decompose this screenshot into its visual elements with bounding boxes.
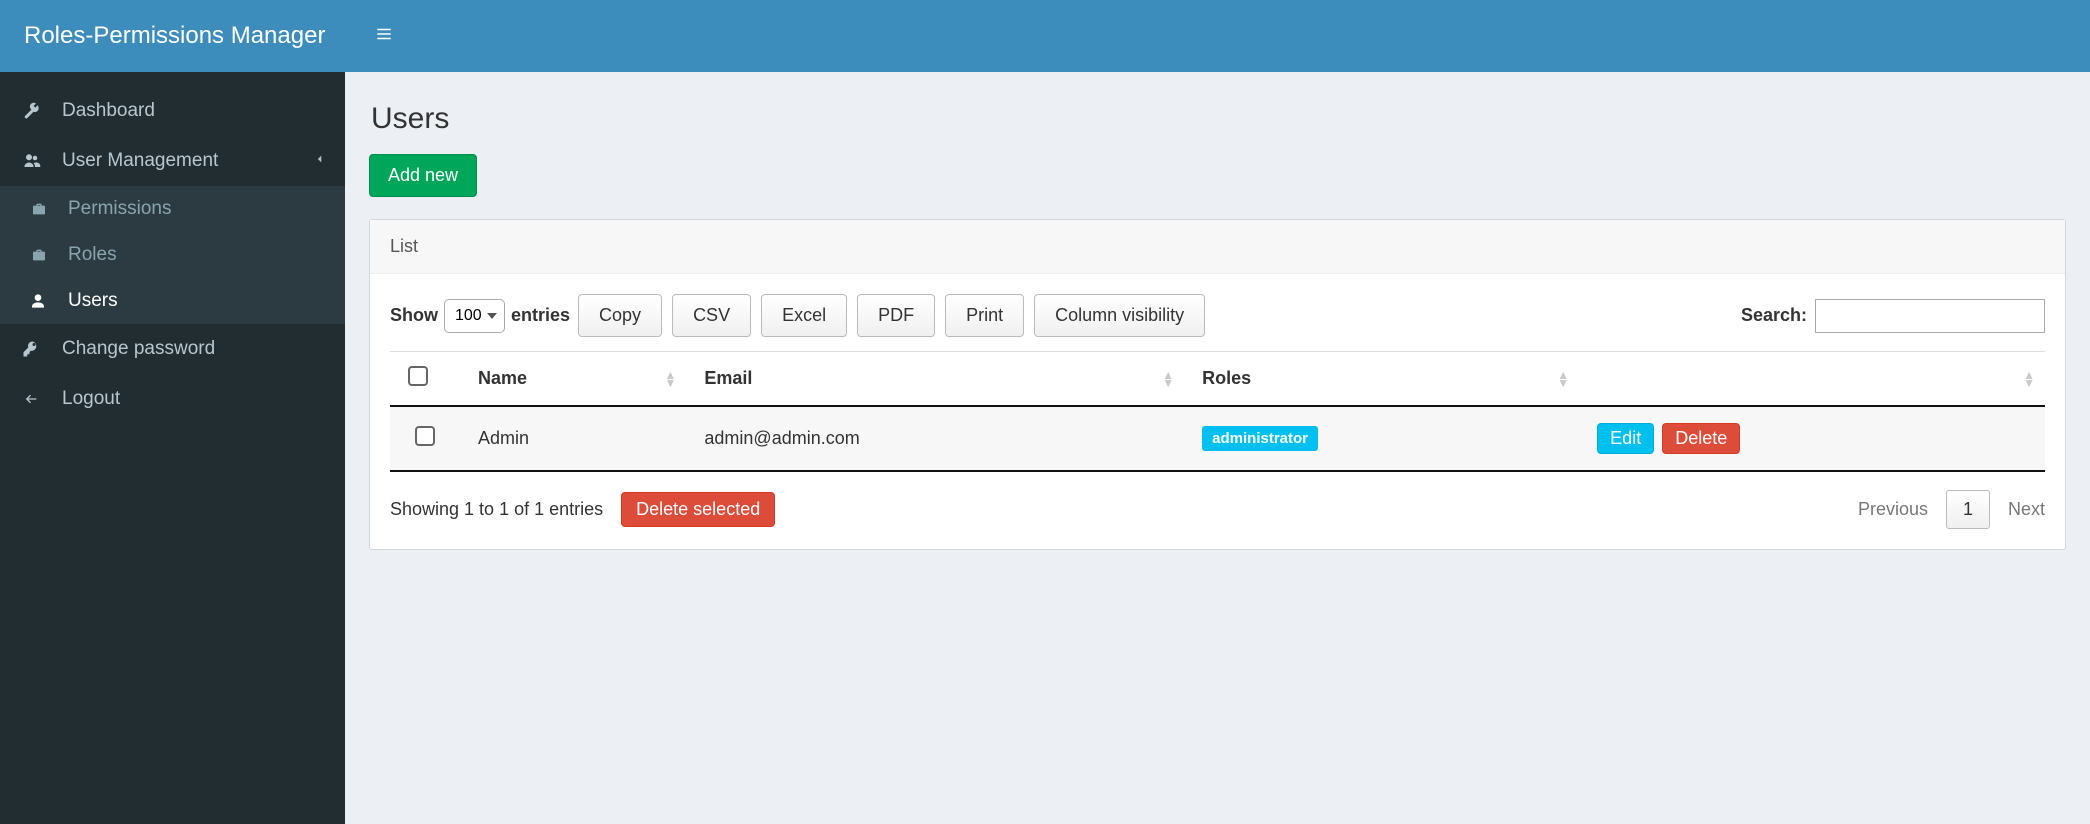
- column-select-all: [390, 352, 460, 407]
- sidebar-label: Users: [68, 290, 118, 312]
- chevron-left-icon: [315, 150, 325, 172]
- column-name[interactable]: Name ▲▼: [460, 352, 686, 407]
- cell-email: admin@admin.com: [686, 406, 1184, 471]
- arrow-left-icon: [22, 391, 52, 407]
- column-email-label: Email: [704, 368, 752, 388]
- pager-next[interactable]: Next: [2008, 499, 2045, 520]
- users-table: Name ▲▼ Email ▲▼ Roles ▲▼: [390, 351, 2045, 472]
- sort-icon: ▲▼: [665, 371, 677, 387]
- sidebar: Roles-Permissions Manager Dashboard User…: [0, 0, 345, 824]
- length-entries-label: entries: [511, 305, 570, 326]
- column-name-label: Name: [478, 368, 527, 388]
- length-select[interactable]: 100: [444, 299, 505, 333]
- sidebar-label: User Management: [62, 150, 218, 172]
- sort-icon: ▲▼: [1162, 371, 1174, 387]
- search-label: Search:: [1741, 305, 1807, 326]
- page-title: Users: [371, 102, 2066, 136]
- pager-prev[interactable]: Previous: [1858, 499, 1928, 520]
- cell-name: Admin: [460, 406, 686, 471]
- sidebar-label: Change password: [62, 338, 215, 360]
- cell-roles: administrator: [1184, 406, 1579, 471]
- csv-button[interactable]: CSV: [672, 294, 751, 337]
- pdf-button[interactable]: PDF: [857, 294, 935, 337]
- copy-button[interactable]: Copy: [578, 294, 662, 337]
- briefcase-icon: [30, 201, 56, 217]
- length-show-label: Show: [390, 305, 438, 326]
- table-row: Admin admin@admin.com administrator Edit…: [390, 406, 2045, 471]
- column-visibility-button[interactable]: Column visibility: [1034, 294, 1205, 337]
- sidebar-item-roles[interactable]: Roles: [0, 232, 345, 278]
- key-icon: [22, 340, 52, 358]
- brand-title[interactable]: Roles-Permissions Manager: [0, 0, 345, 72]
- users-icon: [22, 152, 52, 170]
- entries-info: Showing 1 to 1 of 1 entries: [390, 499, 603, 520]
- role-badge: administrator: [1202, 426, 1318, 451]
- column-email[interactable]: Email ▲▼: [686, 352, 1184, 407]
- sort-icon: ▲▼: [2023, 371, 2035, 387]
- sidebar-item-logout[interactable]: Logout: [0, 374, 345, 424]
- hamburger-icon[interactable]: [365, 17, 403, 56]
- sidebar-item-users[interactable]: Users: [0, 278, 345, 324]
- panel-header: List: [370, 220, 2065, 274]
- sidebar-item-user-management[interactable]: User Management: [0, 136, 345, 186]
- delete-button[interactable]: Delete: [1662, 423, 1740, 454]
- search-input[interactable]: [1815, 299, 2045, 333]
- edit-button[interactable]: Edit: [1597, 423, 1654, 454]
- pager: Previous 1 Next: [1858, 490, 2045, 529]
- sidebar-label: Roles: [68, 244, 117, 266]
- add-new-button[interactable]: Add new: [369, 154, 477, 197]
- topbar: [345, 0, 2090, 72]
- row-checkbox[interactable]: [415, 426, 435, 446]
- pager-page-1[interactable]: 1: [1946, 490, 1990, 529]
- sidebar-item-dashboard[interactable]: Dashboard: [0, 86, 345, 136]
- table-toolbar: Show 100 entries Copy CSV Excel: [390, 294, 2045, 337]
- sidebar-nav: Dashboard User Management: [0, 72, 345, 424]
- sidebar-label: Logout: [62, 388, 120, 410]
- briefcase-icon: [30, 247, 56, 263]
- print-button[interactable]: Print: [945, 294, 1024, 337]
- wrench-icon: [22, 102, 52, 120]
- select-all-checkbox[interactable]: [408, 366, 428, 386]
- sidebar-item-change-password[interactable]: Change password: [0, 324, 345, 374]
- sidebar-label: Permissions: [68, 198, 171, 220]
- column-roles[interactable]: Roles ▲▼: [1184, 352, 1579, 407]
- sidebar-item-permissions[interactable]: Permissions: [0, 186, 345, 232]
- list-panel: List Show 100 entries: [369, 219, 2066, 550]
- sidebar-submenu: Permissions Roles: [0, 186, 345, 324]
- delete-selected-button[interactable]: Delete selected: [621, 492, 775, 527]
- excel-button[interactable]: Excel: [761, 294, 847, 337]
- column-roles-label: Roles: [1202, 368, 1251, 388]
- user-icon: [30, 293, 56, 309]
- column-actions: ▲▼: [1579, 352, 2045, 407]
- sidebar-label: Dashboard: [62, 100, 155, 122]
- sort-icon: ▲▼: [1557, 371, 1569, 387]
